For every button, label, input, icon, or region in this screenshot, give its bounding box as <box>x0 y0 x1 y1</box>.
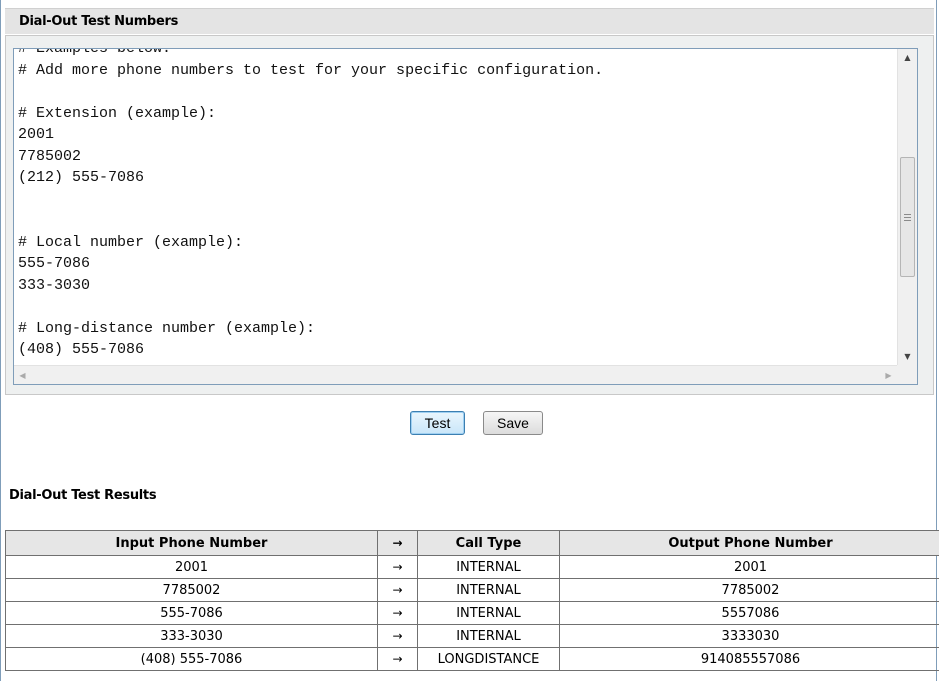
scroll-left-arrow-icon[interactable]: ◀ <box>14 366 31 384</box>
arrow-icon: → <box>377 578 418 602</box>
save-button[interactable]: Save <box>483 411 543 435</box>
cell-call-type: INTERNAL <box>417 555 560 579</box>
column-header-output: Output Phone Number <box>559 530 939 556</box>
test-numbers-textarea[interactable]: # Examples below: # Add more phone numbe… <box>13 48 918 385</box>
horizontal-scrollbar[interactable]: ◀ ▶ <box>14 365 917 384</box>
cell-call-type: INTERNAL <box>417 601 560 625</box>
test-button[interactable]: Test <box>410 411 465 435</box>
dial-out-test-results-title: Dial-Out Test Results <box>9 488 157 503</box>
column-header-input: Input Phone Number <box>5 530 378 556</box>
scroll-down-arrow-icon[interactable]: ▼ <box>898 348 917 365</box>
vertical-scrollbar-thumb[interactable] <box>900 157 915 277</box>
table-row: 7785002 → INTERNAL 7785002 <box>5 578 939 602</box>
table-row: 2001 → INTERNAL 2001 <box>5 555 939 579</box>
scrollbar-corner <box>897 365 917 384</box>
column-header-call-type: Call Type <box>417 530 560 556</box>
cell-input: 7785002 <box>5 578 378 602</box>
table-row: (408) 555-7086 → LONGDISTANCE 9140855570… <box>5 647 939 671</box>
vertical-scrollbar[interactable]: ▲ ▼ <box>897 49 917 365</box>
cell-input: (408) 555-7086 <box>5 647 378 671</box>
cell-input: 2001 <box>5 555 378 579</box>
scroll-right-arrow-icon[interactable]: ▶ <box>880 366 897 384</box>
cell-output: 2001 <box>559 555 939 579</box>
results-header-row: Input Phone Number → Call Type Output Ph… <box>5 530 939 556</box>
cell-input: 333-3030 <box>5 624 378 648</box>
cell-call-type: INTERNAL <box>417 624 560 648</box>
cell-output: 3333030 <box>559 624 939 648</box>
cell-output: 7785002 <box>559 578 939 602</box>
scroll-up-arrow-icon[interactable]: ▲ <box>898 49 917 66</box>
table-row: 555-7086 → INTERNAL 5557086 <box>5 601 939 625</box>
arrow-icon: → <box>377 601 418 625</box>
cell-input: 555-7086 <box>5 601 378 625</box>
arrow-icon: → <box>377 555 418 579</box>
column-header-arrow: → <box>377 530 418 556</box>
cell-output: 914085557086 <box>559 647 939 671</box>
grip-icon <box>904 213 911 221</box>
arrow-icon: → <box>377 624 418 648</box>
results-table: Input Phone Number → Call Type Output Ph… <box>5 530 939 671</box>
cell-output: 5557086 <box>559 601 939 625</box>
cell-call-type: LONGDISTANCE <box>417 647 560 671</box>
dial-out-test-numbers-header: Dial-Out Test Numbers <box>5 8 934 34</box>
cell-call-type: INTERNAL <box>417 578 560 602</box>
test-numbers-text[interactable]: # Examples below: # Add more phone numbe… <box>18 49 895 361</box>
arrow-icon: → <box>377 647 418 671</box>
table-row: 333-3030 → INTERNAL 3333030 <box>5 624 939 648</box>
